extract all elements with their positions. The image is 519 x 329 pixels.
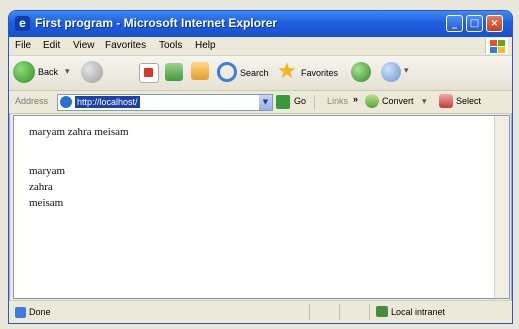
status-text: Done xyxy=(29,307,51,317)
convert-dropdown-icon[interactable]: ▾ xyxy=(422,96,427,107)
refresh-icon[interactable] xyxy=(165,63,183,81)
maximize-button[interactable]: □ xyxy=(466,15,483,32)
home-icon[interactable] xyxy=(191,62,209,80)
divider xyxy=(309,304,310,320)
close-button[interactable]: × xyxy=(486,15,503,32)
divider xyxy=(314,95,315,109)
page-text-line: meisam xyxy=(29,197,64,209)
search-icon[interactable] xyxy=(217,62,237,82)
address-dropdown-icon[interactable]: ▼ xyxy=(259,95,272,110)
links-label[interactable]: Links xyxy=(327,96,348,106)
status-bar: Done Local intranet xyxy=(9,300,512,323)
minimize-button[interactable]: _ xyxy=(446,15,463,32)
browser-window: e First program - Microsoft Internet Exp… xyxy=(8,10,513,324)
ie-logo-icon: e xyxy=(15,16,30,31)
page-icon xyxy=(60,96,72,108)
page-content: maryam zahra meisam maryam zahra meisam xyxy=(13,115,510,299)
window-title: First program - Microsoft Internet Explo… xyxy=(35,16,278,30)
select-icon xyxy=(439,94,453,108)
go-arrow-icon[interactable] xyxy=(276,95,290,109)
forward-button[interactable] xyxy=(81,61,103,83)
divider xyxy=(339,304,340,320)
intranet-zone-icon xyxy=(376,306,388,317)
page-text-line: maryam zahra meisam xyxy=(29,126,129,138)
address-value: http://localhost/ xyxy=(75,96,140,108)
address-bar: Address http://localhost/ ▼ Go Links » C… xyxy=(9,91,512,114)
windows-logo-icon xyxy=(485,38,508,54)
page-text-line: maryam xyxy=(29,165,66,177)
back-button[interactable]: Back ▾ xyxy=(13,60,75,84)
menu-file[interactable]: File xyxy=(15,40,31,51)
divider xyxy=(369,304,370,320)
convert-icon xyxy=(365,94,379,108)
select-button[interactable]: Select xyxy=(456,96,481,106)
menu-bar: File Edit View Favorites Tools Help xyxy=(9,37,512,56)
media-icon[interactable] xyxy=(351,62,371,82)
back-arrow-icon xyxy=(13,61,35,83)
favorites-button[interactable]: Favorites xyxy=(301,68,338,78)
address-label: Address xyxy=(15,96,49,106)
history-icon[interactable] xyxy=(381,62,401,82)
page-status-icon xyxy=(15,307,26,318)
page-text-line: zahra xyxy=(29,181,53,193)
favorites-star-icon: ★ xyxy=(277,59,297,84)
go-button[interactable]: Go xyxy=(294,96,306,106)
menu-edit[interactable]: Edit xyxy=(43,40,60,51)
vertical-scrollbar[interactable] xyxy=(494,116,509,298)
back-dropdown-icon[interactable]: ▾ xyxy=(65,66,70,77)
menu-tools[interactable]: Tools xyxy=(159,40,182,51)
menu-view[interactable]: View xyxy=(73,40,95,51)
links-more-icon[interactable]: » xyxy=(353,94,358,104)
title-bar[interactable]: e First program - Microsoft Internet Exp… xyxy=(9,11,512,37)
back-label: Back xyxy=(38,67,59,77)
convert-button[interactable]: Convert xyxy=(382,96,414,106)
security-zone-text: Local intranet xyxy=(391,307,446,317)
search-button[interactable]: Search xyxy=(240,68,269,78)
stop-icon[interactable] xyxy=(139,63,159,83)
menu-help[interactable]: Help xyxy=(195,40,216,51)
standard-toolbar: Back ▾ Search ★ Favorites ▾ xyxy=(9,56,512,91)
address-input[interactable]: http://localhost/ ▼ xyxy=(57,94,273,111)
history-dropdown-icon[interactable]: ▾ xyxy=(404,65,409,76)
menu-favorites[interactable]: Favorites xyxy=(105,40,146,51)
